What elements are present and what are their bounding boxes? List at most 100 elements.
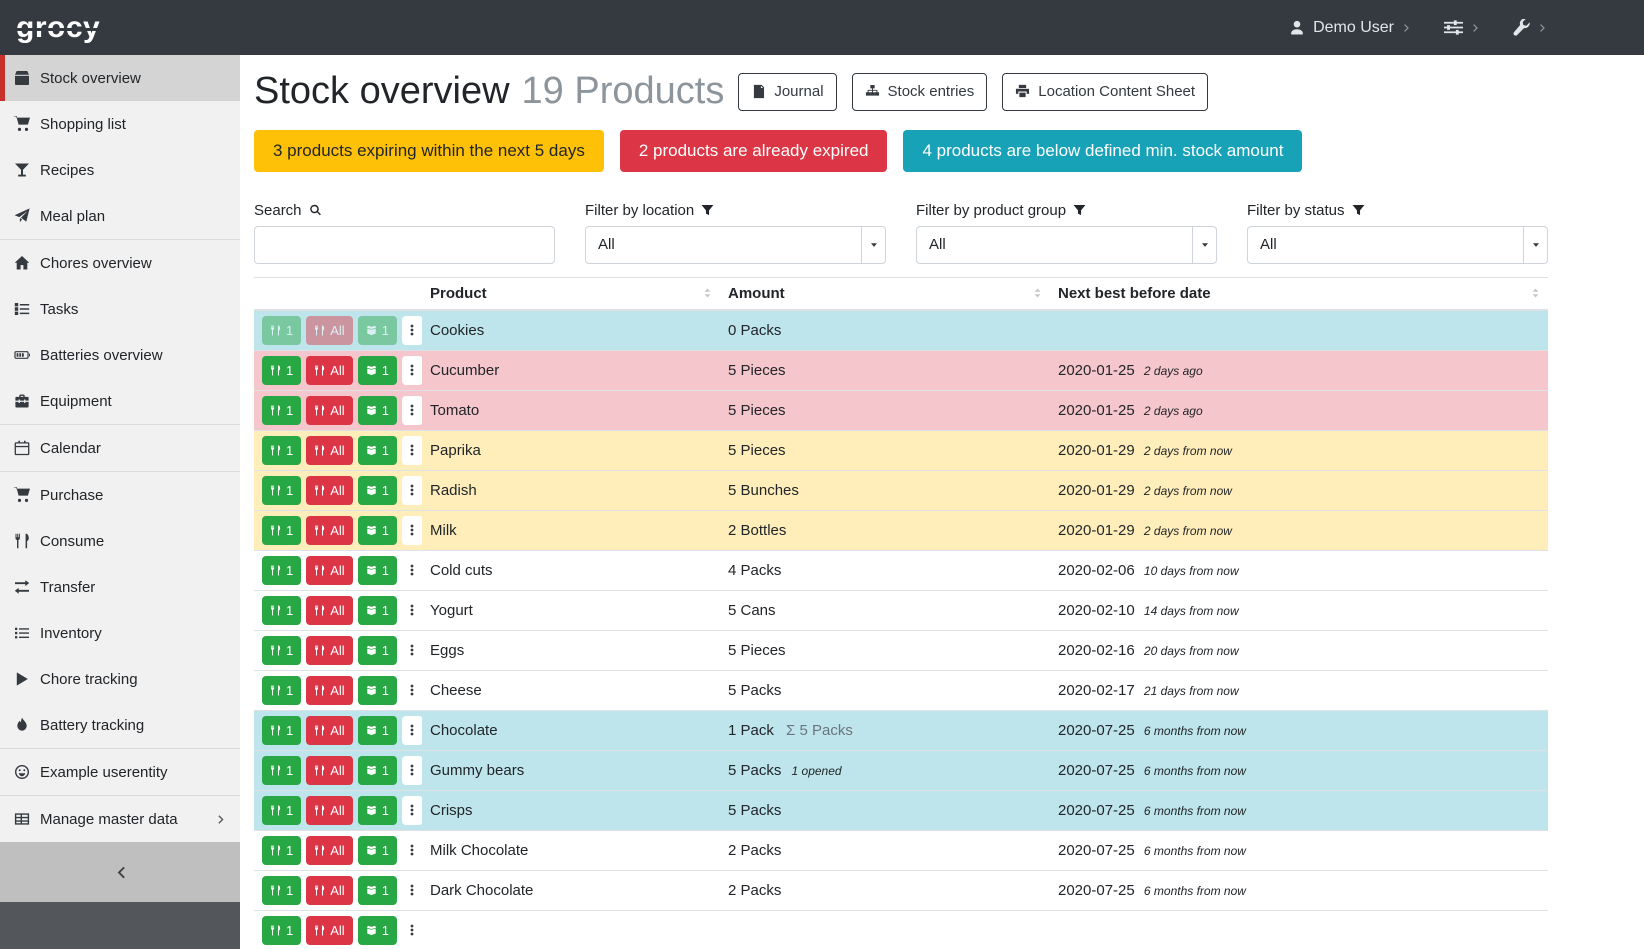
search-input[interactable] [254,226,555,264]
consume-one-button[interactable]: 1 [262,716,301,745]
open-one-button[interactable]: 1 [358,916,397,945]
settings-menu[interactable] [1444,18,1481,37]
consume-all-button[interactable]: All [306,356,352,385]
consume-one-button[interactable]: 1 [262,636,301,665]
admin-menu[interactable] [1513,19,1548,36]
open-one-button[interactable]: 1 [358,676,397,705]
sidebar-item-chores-overview[interactable]: Chores overview [0,240,240,286]
open-one-button[interactable]: 1 [358,596,397,625]
consume-all-button[interactable]: All [306,756,352,785]
open-one-button[interactable]: 1 [358,556,397,585]
consume-one-button[interactable]: 1 [262,676,301,705]
consume-all-button[interactable]: All [306,436,352,465]
open-one-button[interactable]: 1 [358,316,397,345]
sidebar-item-chore-tracking[interactable]: Chore tracking [0,656,240,702]
sidebar-item-battery-tracking[interactable]: Battery tracking [0,702,240,748]
row-menu-button[interactable] [402,356,422,385]
row-menu-button[interactable] [402,636,422,665]
location-content-sheet-button[interactable]: Location Content Sheet [1002,73,1208,111]
below-min-stock-banner[interactable]: 4 products are below defined min. stock … [903,130,1302,172]
sidebar-collapse-button[interactable] [0,842,240,902]
sidebar-item-shopping-list[interactable]: Shopping list [0,101,240,147]
open-one-button[interactable]: 1 [358,476,397,505]
open-one-button[interactable]: 1 [358,356,397,385]
consume-all-button[interactable]: All [306,556,352,585]
consume-all-button[interactable]: All [306,796,352,825]
sidebar-item-meal-plan[interactable]: Meal plan [0,193,240,239]
sidebar-item-purchase[interactable]: Purchase [0,472,240,518]
consume-one-button[interactable]: 1 [262,516,301,545]
consume-one-button[interactable]: 1 [262,876,301,905]
consume-one-button[interactable]: 1 [262,316,301,345]
journal-button[interactable]: Journal [738,73,836,111]
row-menu-button[interactable] [402,316,422,345]
status-filter-select[interactable]: All [1247,226,1548,264]
sidebar-item-consume[interactable]: Consume [0,518,240,564]
consume-all-button[interactable]: All [306,396,352,425]
row-menu-button[interactable] [402,756,422,785]
row-menu-button[interactable] [402,516,422,545]
consume-all-button[interactable]: All [306,916,352,945]
consume-one-button[interactable]: 1 [262,796,301,825]
expired-products-banner[interactable]: 2 products are already expired [620,130,888,172]
sidebar-item-equipment[interactable]: Equipment [0,378,240,424]
sidebar-item-calendar[interactable]: Calendar [0,425,240,471]
consume-all-button[interactable]: All [306,716,352,745]
consume-all-button[interactable]: All [306,476,352,505]
open-one-button[interactable]: 1 [358,796,397,825]
expiring-products-banner[interactable]: 3 products expiring within the next 5 da… [254,130,604,172]
consume-all-button[interactable]: All [306,836,352,865]
open-one-button[interactable]: 1 [358,396,397,425]
row-menu-button[interactable] [402,436,422,465]
consume-one-button[interactable]: 1 [262,916,301,945]
sidebar-item-transfer[interactable]: Transfer [0,564,240,610]
consume-one-button[interactable]: 1 [262,756,301,785]
open-one-button[interactable]: 1 [358,636,397,665]
consume-all-button[interactable]: All [306,676,352,705]
row-menu-button[interactable] [402,796,422,825]
consume-one-button[interactable]: 1 [262,436,301,465]
sidebar-item-recipes[interactable]: Recipes [0,147,240,193]
location-filter-select[interactable]: All [585,226,886,264]
open-one-button[interactable]: 1 [358,716,397,745]
consume-one-button[interactable]: 1 [262,396,301,425]
row-menu-button[interactable] [402,716,422,745]
open-one-button[interactable]: 1 [358,876,397,905]
open-one-button[interactable]: 1 [358,756,397,785]
consume-all-button[interactable]: All [306,516,352,545]
consume-all-button[interactable]: All [306,876,352,905]
open-one-button[interactable]: 1 [358,516,397,545]
row-menu-button[interactable] [402,396,422,425]
column-header-product[interactable]: Product [422,277,720,310]
consume-one-button[interactable]: 1 [262,356,301,385]
row-menu-button[interactable] [402,476,422,505]
sidebar-item-batteries-overview[interactable]: Batteries overview [0,332,240,378]
consume-one-button[interactable]: 1 [262,836,301,865]
sidebar-item-tasks[interactable]: Tasks [0,286,240,332]
consume-all-button[interactable]: All [306,316,352,345]
consume-all-button[interactable]: All [306,636,352,665]
sidebar-item-stock-overview[interactable]: Stock overview [0,55,240,101]
consume-all-button[interactable]: All [306,596,352,625]
stock-entries-button[interactable]: Stock entries [852,73,988,111]
sidebar-item-manage-master-data[interactable]: Manage master data [0,796,240,842]
column-header-best-before[interactable]: Next best before date [1050,277,1548,310]
product-group-filter-select[interactable]: All [916,226,1217,264]
open-one-button[interactable]: 1 [358,436,397,465]
row-menu-button[interactable] [402,916,422,945]
consume-one-button[interactable]: 1 [262,476,301,505]
column-header-amount[interactable]: Amount [720,277,1050,310]
row-menu-button[interactable] [402,836,422,865]
sidebar-item-example-userentity[interactable]: Example userentity [0,749,240,795]
user-menu[interactable]: Demo User [1289,19,1412,37]
row-menu-button[interactable] [402,556,422,585]
row-menu-button[interactable] [402,676,422,705]
consume-one-button[interactable]: 1 [262,596,301,625]
sidebar-item-inventory[interactable]: Inventory [0,610,240,656]
row-menu-button[interactable] [402,596,422,625]
consume-one-button[interactable]: 1 [262,556,301,585]
app-logo[interactable]: grocy [16,13,100,43]
row-menu-button[interactable] [402,876,422,905]
open-one-button[interactable]: 1 [358,836,397,865]
utensils-icon [314,765,325,776]
